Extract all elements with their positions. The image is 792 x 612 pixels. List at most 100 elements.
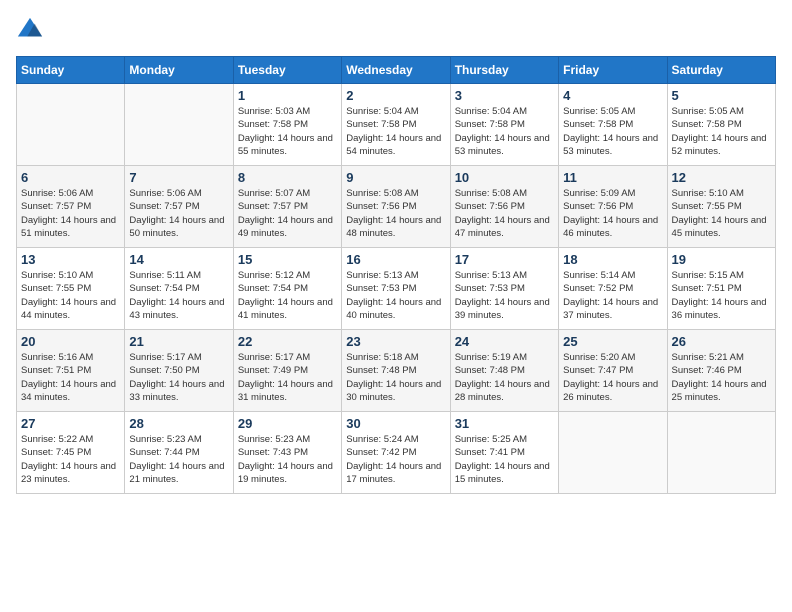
calendar-cell (667, 412, 775, 494)
calendar-cell: 19 Sunrise: 5:15 AMSunset: 7:51 PMDaylig… (667, 248, 775, 330)
logo-icon (16, 16, 44, 44)
calendar-cell: 7 Sunrise: 5:06 AMSunset: 7:57 PMDayligh… (125, 166, 233, 248)
day-info: Sunrise: 5:15 AMSunset: 7:51 PMDaylight:… (672, 269, 771, 322)
day-info: Sunrise: 5:23 AMSunset: 7:43 PMDaylight:… (238, 433, 337, 486)
day-info: Sunrise: 5:06 AMSunset: 7:57 PMDaylight:… (129, 187, 228, 240)
day-info: Sunrise: 5:14 AMSunset: 7:52 PMDaylight:… (563, 269, 662, 322)
day-number: 28 (129, 416, 228, 431)
day-info: Sunrise: 5:25 AMSunset: 7:41 PMDaylight:… (455, 433, 554, 486)
calendar-cell: 23 Sunrise: 5:18 AMSunset: 7:48 PMDaylig… (342, 330, 450, 412)
day-info: Sunrise: 5:09 AMSunset: 7:56 PMDaylight:… (563, 187, 662, 240)
day-info: Sunrise: 5:24 AMSunset: 7:42 PMDaylight:… (346, 433, 445, 486)
calendar-table: SundayMondayTuesdayWednesdayThursdayFrid… (16, 56, 776, 494)
calendar-week-row: 27 Sunrise: 5:22 AMSunset: 7:45 PMDaylig… (17, 412, 776, 494)
calendar-cell: 12 Sunrise: 5:10 AMSunset: 7:55 PMDaylig… (667, 166, 775, 248)
calendar-week-row: 13 Sunrise: 5:10 AMSunset: 7:55 PMDaylig… (17, 248, 776, 330)
calendar-cell (125, 84, 233, 166)
day-info: Sunrise: 5:19 AMSunset: 7:48 PMDaylight:… (455, 351, 554, 404)
day-number: 6 (21, 170, 120, 185)
weekday-header-row: SundayMondayTuesdayWednesdayThursdayFrid… (17, 57, 776, 84)
day-info: Sunrise: 5:20 AMSunset: 7:47 PMDaylight:… (563, 351, 662, 404)
weekday-header-wednesday: Wednesday (342, 57, 450, 84)
day-number: 17 (455, 252, 554, 267)
calendar-cell: 9 Sunrise: 5:08 AMSunset: 7:56 PMDayligh… (342, 166, 450, 248)
weekday-header-thursday: Thursday (450, 57, 558, 84)
calendar-cell: 13 Sunrise: 5:10 AMSunset: 7:55 PMDaylig… (17, 248, 125, 330)
day-number: 23 (346, 334, 445, 349)
day-number: 24 (455, 334, 554, 349)
day-number: 31 (455, 416, 554, 431)
day-info: Sunrise: 5:06 AMSunset: 7:57 PMDaylight:… (21, 187, 120, 240)
day-info: Sunrise: 5:16 AMSunset: 7:51 PMDaylight:… (21, 351, 120, 404)
calendar-cell: 8 Sunrise: 5:07 AMSunset: 7:57 PMDayligh… (233, 166, 341, 248)
calendar-cell: 21 Sunrise: 5:17 AMSunset: 7:50 PMDaylig… (125, 330, 233, 412)
day-number: 7 (129, 170, 228, 185)
day-info: Sunrise: 5:18 AMSunset: 7:48 PMDaylight:… (346, 351, 445, 404)
calendar-cell: 1 Sunrise: 5:03 AMSunset: 7:58 PMDayligh… (233, 84, 341, 166)
day-info: Sunrise: 5:22 AMSunset: 7:45 PMDaylight:… (21, 433, 120, 486)
day-info: Sunrise: 5:05 AMSunset: 7:58 PMDaylight:… (563, 105, 662, 158)
calendar-week-row: 1 Sunrise: 5:03 AMSunset: 7:58 PMDayligh… (17, 84, 776, 166)
calendar-cell: 25 Sunrise: 5:20 AMSunset: 7:47 PMDaylig… (559, 330, 667, 412)
calendar-cell: 28 Sunrise: 5:23 AMSunset: 7:44 PMDaylig… (125, 412, 233, 494)
weekday-header-saturday: Saturday (667, 57, 775, 84)
calendar-cell: 24 Sunrise: 5:19 AMSunset: 7:48 PMDaylig… (450, 330, 558, 412)
logo (16, 16, 48, 44)
day-info: Sunrise: 5:17 AMSunset: 7:50 PMDaylight:… (129, 351, 228, 404)
page-header (16, 16, 776, 44)
day-info: Sunrise: 5:12 AMSunset: 7:54 PMDaylight:… (238, 269, 337, 322)
weekday-header-friday: Friday (559, 57, 667, 84)
day-number: 13 (21, 252, 120, 267)
calendar-cell: 17 Sunrise: 5:13 AMSunset: 7:53 PMDaylig… (450, 248, 558, 330)
weekday-header-monday: Monday (125, 57, 233, 84)
day-number: 18 (563, 252, 662, 267)
day-number: 14 (129, 252, 228, 267)
calendar-cell: 29 Sunrise: 5:23 AMSunset: 7:43 PMDaylig… (233, 412, 341, 494)
day-number: 3 (455, 88, 554, 103)
day-info: Sunrise: 5:03 AMSunset: 7:58 PMDaylight:… (238, 105, 337, 158)
calendar-cell: 27 Sunrise: 5:22 AMSunset: 7:45 PMDaylig… (17, 412, 125, 494)
day-info: Sunrise: 5:08 AMSunset: 7:56 PMDaylight:… (346, 187, 445, 240)
day-number: 30 (346, 416, 445, 431)
calendar-cell: 18 Sunrise: 5:14 AMSunset: 7:52 PMDaylig… (559, 248, 667, 330)
day-info: Sunrise: 5:11 AMSunset: 7:54 PMDaylight:… (129, 269, 228, 322)
day-number: 10 (455, 170, 554, 185)
calendar-cell (17, 84, 125, 166)
day-info: Sunrise: 5:05 AMSunset: 7:58 PMDaylight:… (672, 105, 771, 158)
calendar-cell: 20 Sunrise: 5:16 AMSunset: 7:51 PMDaylig… (17, 330, 125, 412)
day-number: 12 (672, 170, 771, 185)
day-number: 11 (563, 170, 662, 185)
calendar-cell: 4 Sunrise: 5:05 AMSunset: 7:58 PMDayligh… (559, 84, 667, 166)
calendar-cell: 15 Sunrise: 5:12 AMSunset: 7:54 PMDaylig… (233, 248, 341, 330)
calendar-week-row: 20 Sunrise: 5:16 AMSunset: 7:51 PMDaylig… (17, 330, 776, 412)
day-number: 29 (238, 416, 337, 431)
day-info: Sunrise: 5:13 AMSunset: 7:53 PMDaylight:… (346, 269, 445, 322)
calendar-cell: 2 Sunrise: 5:04 AMSunset: 7:58 PMDayligh… (342, 84, 450, 166)
calendar-cell: 22 Sunrise: 5:17 AMSunset: 7:49 PMDaylig… (233, 330, 341, 412)
day-info: Sunrise: 5:13 AMSunset: 7:53 PMDaylight:… (455, 269, 554, 322)
calendar-cell: 31 Sunrise: 5:25 AMSunset: 7:41 PMDaylig… (450, 412, 558, 494)
day-number: 27 (21, 416, 120, 431)
day-number: 15 (238, 252, 337, 267)
day-number: 4 (563, 88, 662, 103)
calendar-week-row: 6 Sunrise: 5:06 AMSunset: 7:57 PMDayligh… (17, 166, 776, 248)
day-info: Sunrise: 5:07 AMSunset: 7:57 PMDaylight:… (238, 187, 337, 240)
calendar-cell: 11 Sunrise: 5:09 AMSunset: 7:56 PMDaylig… (559, 166, 667, 248)
day-number: 16 (346, 252, 445, 267)
weekday-header-tuesday: Tuesday (233, 57, 341, 84)
day-info: Sunrise: 5:23 AMSunset: 7:44 PMDaylight:… (129, 433, 228, 486)
day-info: Sunrise: 5:04 AMSunset: 7:58 PMDaylight:… (455, 105, 554, 158)
day-info: Sunrise: 5:17 AMSunset: 7:49 PMDaylight:… (238, 351, 337, 404)
day-number: 25 (563, 334, 662, 349)
day-number: 19 (672, 252, 771, 267)
calendar-cell: 5 Sunrise: 5:05 AMSunset: 7:58 PMDayligh… (667, 84, 775, 166)
day-number: 1 (238, 88, 337, 103)
day-info: Sunrise: 5:21 AMSunset: 7:46 PMDaylight:… (672, 351, 771, 404)
calendar-cell (559, 412, 667, 494)
day-info: Sunrise: 5:08 AMSunset: 7:56 PMDaylight:… (455, 187, 554, 240)
day-number: 22 (238, 334, 337, 349)
weekday-header-sunday: Sunday (17, 57, 125, 84)
day-number: 8 (238, 170, 337, 185)
calendar-cell: 16 Sunrise: 5:13 AMSunset: 7:53 PMDaylig… (342, 248, 450, 330)
calendar-cell: 3 Sunrise: 5:04 AMSunset: 7:58 PMDayligh… (450, 84, 558, 166)
